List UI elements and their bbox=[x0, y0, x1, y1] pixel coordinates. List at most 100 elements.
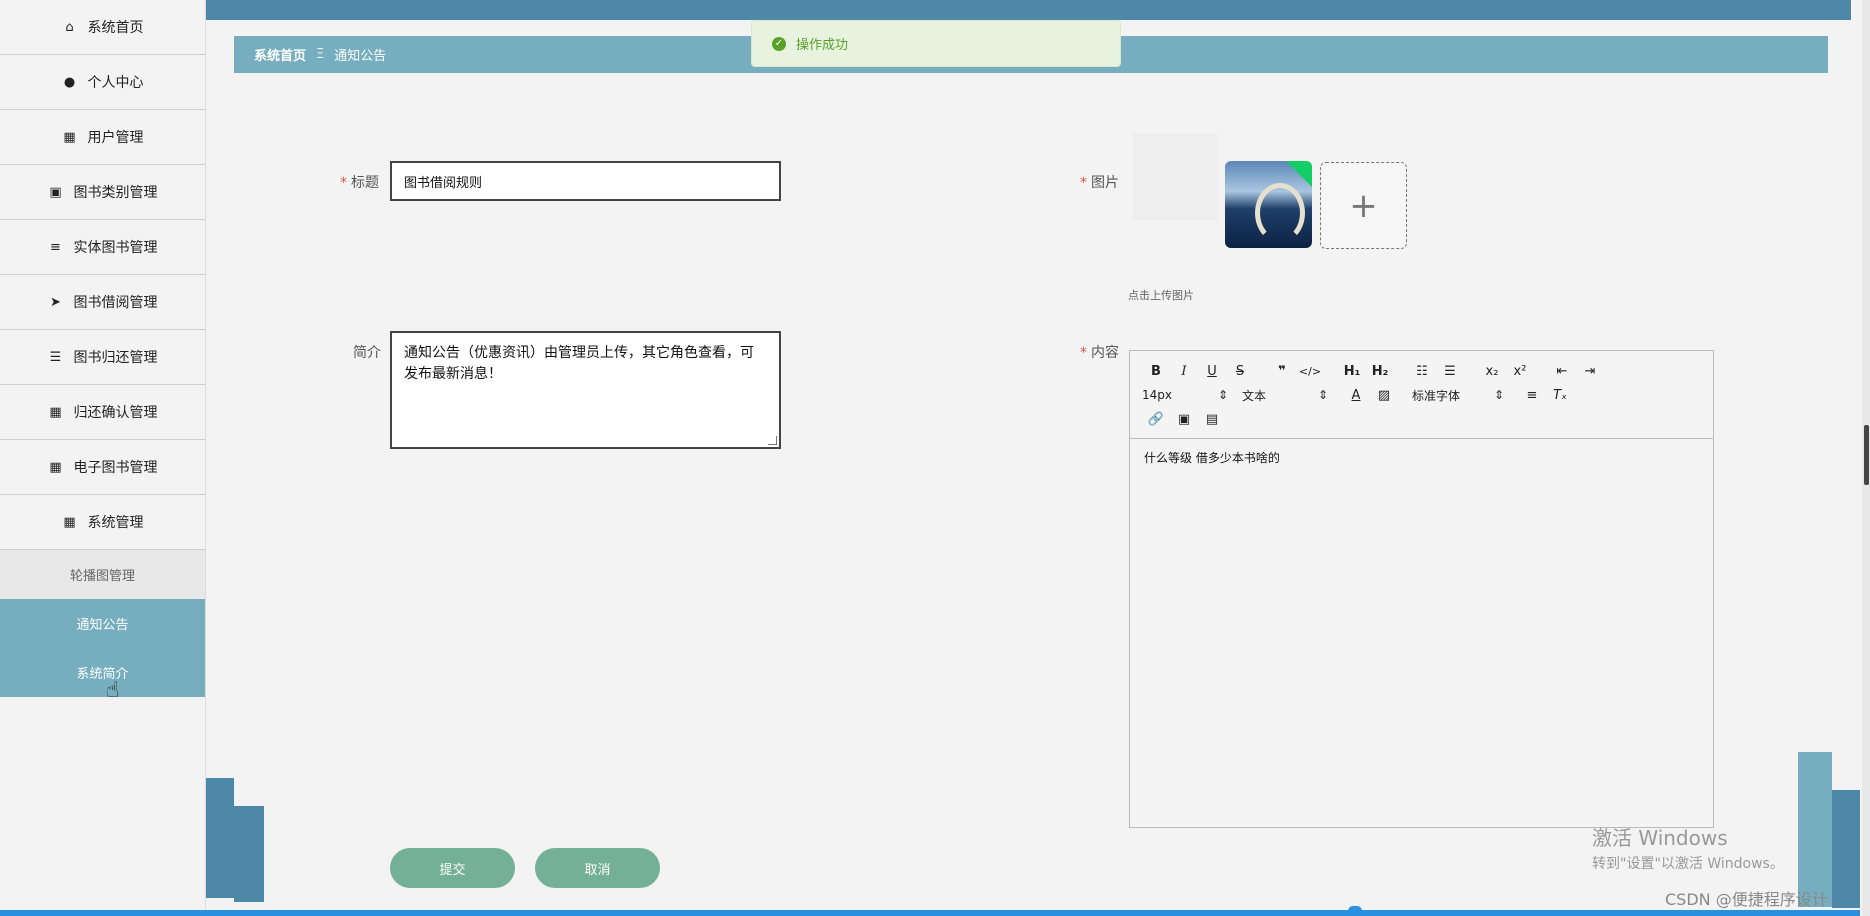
user-icon: ● bbox=[63, 74, 76, 90]
blockquote-icon[interactable]: ❞ bbox=[1268, 360, 1296, 382]
rich-text-editor: B I U S ❞ </> H₁ H₂ ☷ ☰ x₂ x² ⇤ ⇥ 14px ⇕ … bbox=[1129, 350, 1714, 828]
grid-icon: ▦ bbox=[63, 514, 76, 530]
font-family-select[interactable]: 标准字体 ⇕ bbox=[1412, 387, 1504, 404]
credit-watermark: CSDN @便捷程序设计 bbox=[1665, 890, 1828, 909]
title-input[interactable]: 图书借阅规则 bbox=[390, 161, 781, 201]
outdent-icon[interactable]: ⇤ bbox=[1548, 360, 1576, 382]
list-icon: ≡ bbox=[50, 239, 61, 255]
upload-hint: 点击上传图片 bbox=[1128, 289, 1194, 302]
decorative-block bbox=[206, 778, 234, 898]
sidebar-item[interactable]: ● 个人中心 bbox=[0, 55, 205, 110]
bold-icon[interactable]: B bbox=[1142, 360, 1170, 382]
heading1-icon[interactable]: H₁ bbox=[1338, 360, 1366, 382]
intro-label: 简介 bbox=[353, 342, 381, 362]
subscript-icon[interactable]: x₂ bbox=[1478, 360, 1506, 382]
image-label: * 图片 bbox=[1080, 172, 1119, 192]
submit-button[interactable]: 提交 bbox=[390, 848, 515, 888]
clear-format-icon[interactable]: Tₓ bbox=[1546, 384, 1574, 406]
breadcrumb-separator: Ξ bbox=[316, 47, 325, 62]
sidebar-item-label: 个人中心 bbox=[87, 75, 144, 91]
block-type-value: 文本 bbox=[1242, 388, 1267, 403]
windows-activation-watermark: 激活 Windows 转到"设置"以激活 Windows。 bbox=[1592, 822, 1784, 873]
image-icon[interactable]: ▣ bbox=[1170, 408, 1198, 430]
sidebar-item-label: 系统首页 bbox=[87, 20, 144, 36]
background-color-icon[interactable]: ▨ bbox=[1370, 384, 1398, 406]
bridge-arc bbox=[1255, 183, 1305, 243]
title-label: * 标题 bbox=[340, 172, 379, 192]
grid-icon: ▦ bbox=[49, 459, 62, 475]
check-circle-icon: ✓ bbox=[772, 36, 786, 51]
strikethrough-icon[interactable]: S bbox=[1226, 360, 1254, 382]
sidebar-item-label: 图书类别管理 bbox=[73, 185, 158, 201]
select-arrows-icon: ⇕ bbox=[1493, 388, 1504, 402]
italic-icon[interactable]: I bbox=[1170, 360, 1198, 382]
resize-grip-icon[interactable] bbox=[768, 436, 777, 445]
code-block-icon[interactable]: </> bbox=[1296, 360, 1324, 382]
sidebar-item[interactable]: ☰ 图书归还管理 bbox=[0, 330, 205, 385]
sidebar-item[interactable]: ≡ 实体图书管理 bbox=[0, 220, 205, 275]
uploaded-image-thumbnail[interactable] bbox=[1225, 161, 1312, 248]
underline-icon[interactable]: U bbox=[1198, 360, 1226, 382]
home-icon: ⌂ bbox=[65, 19, 74, 35]
image-label-text: 图片 bbox=[1091, 175, 1119, 191]
sidebar: ⌂ 系统首页 ● 个人中心 ▦ 用户管理 ▣ 图书类别管理 ≡ 实体图书管理 ➤ 图书借阅管理 ☰ 图书归… bbox=[0, 0, 206, 916]
sidebar-item-label: 电子图书管理 bbox=[73, 460, 158, 476]
intro-label-text: 简介 bbox=[353, 345, 381, 361]
decorative-block bbox=[1832, 790, 1860, 908]
sidebar-item[interactable]: ⌂ 系统首页 bbox=[0, 0, 205, 55]
font-size-select[interactable]: 14px ⇕ bbox=[1142, 388, 1228, 402]
content-label-text: 内容 bbox=[1091, 345, 1119, 361]
sidebar-item-label: 用户管理 bbox=[87, 130, 144, 146]
sidebar-item[interactable]: ▣ 图书类别管理 bbox=[0, 165, 205, 220]
editor-content[interactable]: 什么等级 借多少本书啥的 bbox=[1130, 439, 1713, 476]
block-type-select[interactable]: 文本 ⇕ bbox=[1242, 387, 1328, 404]
intro-textarea[interactable]: 通知公告（优惠资讯）由管理员上传，其它角色查看，可发布最新消息！ bbox=[390, 331, 781, 449]
indent-icon[interactable]: ⇥ bbox=[1576, 360, 1604, 382]
upload-image-button[interactable]: + bbox=[1320, 162, 1407, 249]
font-family-value: 标准字体 bbox=[1412, 388, 1461, 403]
breadcrumb-current: 通知公告 bbox=[334, 49, 387, 64]
sidebar-item-label: 归还确认管理 bbox=[73, 405, 158, 421]
top-header-bar bbox=[206, 0, 1851, 20]
bullet-list-icon[interactable]: ☰ bbox=[1436, 360, 1464, 382]
select-arrows-icon: ⇕ bbox=[1317, 388, 1328, 402]
watermark-line1: 激活 Windows bbox=[1592, 826, 1728, 850]
title-input-value: 图书借阅规则 bbox=[404, 175, 483, 191]
sidebar-item[interactable]: ➤ 图书借阅管理 bbox=[0, 275, 205, 330]
horizontal-scroll-thumb[interactable] bbox=[1348, 906, 1362, 916]
link-icon[interactable]: 🔗 bbox=[1142, 408, 1170, 430]
font-color-icon[interactable]: A bbox=[1342, 384, 1370, 406]
sidebar-item-label: 系统管理 bbox=[87, 515, 144, 531]
breadcrumb-home[interactable]: 系统首页 bbox=[254, 45, 306, 64]
sidebar-item[interactable]: ▦ 归还确认管理 bbox=[0, 385, 205, 440]
sidebar-subitem[interactable]: 通知公告 bbox=[0, 599, 205, 648]
content-label: * 内容 bbox=[1080, 342, 1119, 362]
align-icon[interactable]: ≡ bbox=[1518, 384, 1546, 406]
sidebar-item[interactable]: ▦ 系统管理 bbox=[0, 495, 205, 550]
intro-textarea-value: 通知公告（优惠资讯）由管理员上传，其它角色查看，可发布最新消息！ bbox=[404, 345, 754, 382]
ordered-list-icon[interactable]: ☷ bbox=[1408, 360, 1436, 382]
send-icon: ➤ bbox=[50, 294, 61, 310]
clipboard-icon: ▣ bbox=[49, 184, 62, 200]
toast-message: 操作成功 bbox=[796, 38, 849, 53]
sidebar-item[interactable]: ▦ 电子图书管理 bbox=[0, 440, 205, 495]
cancel-button[interactable]: 取消 bbox=[535, 848, 660, 888]
video-icon[interactable]: ▤ bbox=[1198, 408, 1226, 430]
heading2-icon[interactable]: H₂ bbox=[1366, 360, 1394, 382]
horizontal-scrollbar[interactable] bbox=[0, 910, 1860, 916]
superscript-icon[interactable]: x² bbox=[1506, 360, 1534, 382]
sidebar-subitem[interactable]: 轮播图管理 bbox=[0, 550, 205, 599]
editor-content-text: 什么等级 借多少本书啥的 bbox=[1144, 451, 1280, 465]
success-toast: ✓ 操作成功 bbox=[751, 20, 1121, 67]
sidebar-item-label: 图书借阅管理 bbox=[73, 295, 158, 311]
required-mark: * bbox=[340, 175, 347, 191]
required-mark: * bbox=[1080, 345, 1087, 361]
decorative-block bbox=[234, 806, 264, 902]
vertical-scroll-thumb[interactable] bbox=[1864, 425, 1869, 485]
sidebar-subitem[interactable]: 系统简介 bbox=[0, 648, 205, 697]
editor-toolbar: B I U S ❞ </> H₁ H₂ ☷ ☰ x₂ x² ⇤ ⇥ 14px ⇕ … bbox=[1130, 351, 1713, 439]
watermark-line2: 转到"设置"以激活 Windows。 bbox=[1592, 856, 1784, 872]
image-placeholder bbox=[1133, 133, 1218, 220]
font-size-value: 14px bbox=[1142, 388, 1172, 402]
sidebar-item[interactable]: ▦ 用户管理 bbox=[0, 110, 205, 165]
